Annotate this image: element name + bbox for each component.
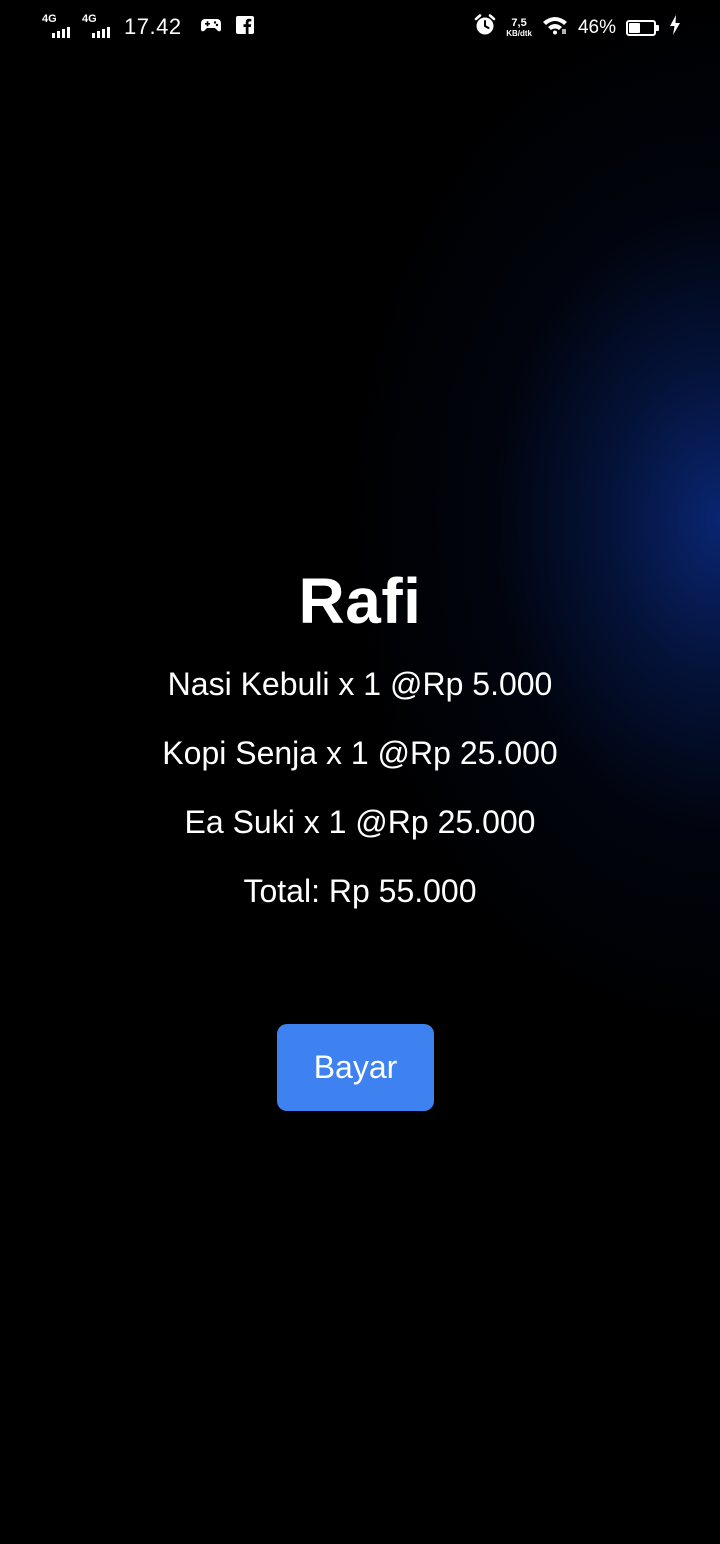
network-type-1: 4G [42,13,57,25]
order-total: Total: Rp 55.000 [243,873,477,909]
wifi-icon [542,15,568,40]
status-bar: 4G 4G 17.42 7,5 KB/dtk 46% [0,0,720,56]
net-speed: 7,5 KB/dtk [506,16,532,38]
customer-name: Rafi [298,565,422,637]
battery-icon [626,19,659,36]
alarm-icon [474,14,496,41]
pay-button[interactable]: Bayar [277,1024,434,1111]
order-item: Nasi Kebuli x 1 @Rp 5.000 [167,666,553,702]
charging-icon [670,15,680,40]
net-speed-unit: KB/dtk [506,28,532,38]
game-controller-icon [200,17,222,38]
battery-percent: 46% [577,16,616,38]
signal-icon: 4G [42,14,74,40]
status-bar-left: 4G 4G 17.42 [42,14,254,40]
order-list: Nasi Kebuli x 1 @Rp 5.000 Kopi Senja x 1… [0,650,720,857]
order-summary: Rafi Nasi Kebuli x 1 @Rp 5.000 Kopi Senj… [0,560,720,926]
clock: 17.42 [124,14,182,39]
order-item: Kopi Senja x 1 @Rp 25.000 [162,735,558,771]
facebook-icon [235,15,254,39]
net-speed-value: 7,5 [511,16,527,29]
screen: 4G 4G 17.42 7,5 KB/dtk 46% Rafi Nasi Keb… [0,0,720,1544]
signal-icon: 4G [82,14,114,40]
network-type-2: 4G [82,13,97,25]
order-item: Ea Suki x 1 @Rp 25.000 [184,804,536,840]
status-bar-right: 7,5 KB/dtk 46% [474,14,680,41]
